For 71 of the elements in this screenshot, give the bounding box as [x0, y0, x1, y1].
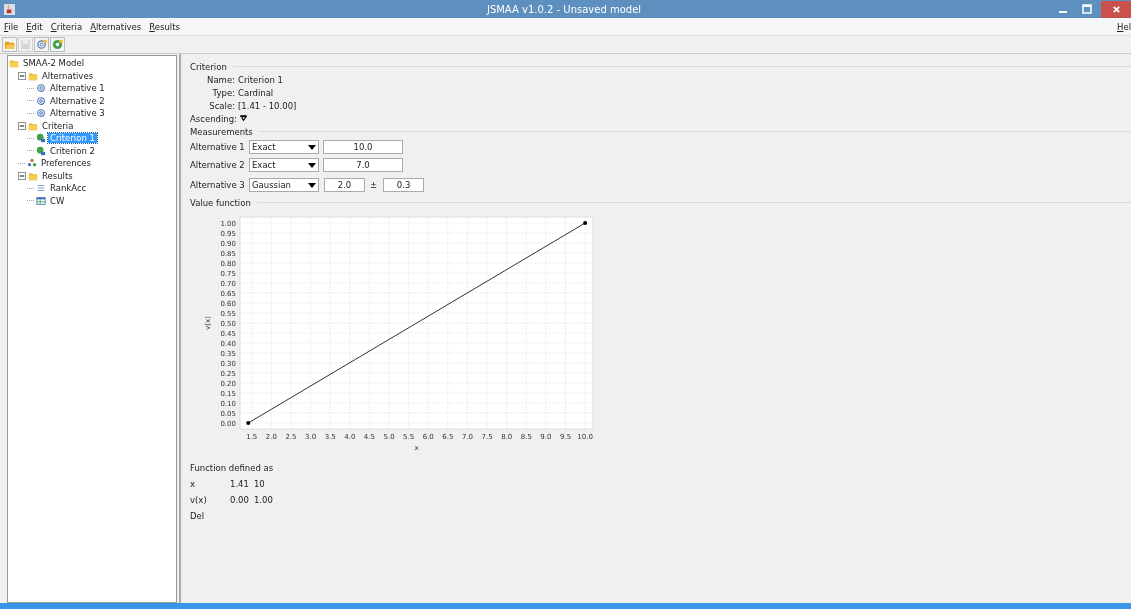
alternative-label: Alternative 3 [190, 180, 246, 190]
field-label: Type: [211, 87, 235, 98]
tree-item[interactable]: RankAcc [48, 183, 89, 194]
field-value: [1.41 - 10.00] [238, 100, 297, 111]
list-icon [36, 183, 46, 194]
menu-item[interactable]: Criteria [46, 21, 87, 32]
table-icon [36, 195, 46, 206]
collapse-icon[interactable] [18, 71, 26, 80]
folder-icon [9, 58, 19, 69]
std-field[interactable]: 0.3 [383, 178, 425, 192]
tree-item[interactable]: CW [48, 195, 67, 206]
open-button[interactable] [2, 37, 17, 52]
field-label: Scale: [208, 100, 235, 111]
tree-item[interactable]: SMAA-2 Model [21, 58, 87, 69]
delete-label[interactable]: Del [190, 511, 230, 521]
collapse-icon[interactable] [18, 171, 26, 180]
collapse-icon[interactable] [18, 121, 26, 130]
close-icon [1111, 4, 1121, 14]
section-heading: Criterion [190, 61, 227, 72]
add-criterion-button[interactable] [50, 37, 65, 52]
tree-item[interactable]: Criteria [40, 120, 76, 131]
value-field[interactable]: 10.0 [323, 140, 403, 154]
menu-item[interactable]: Hel [1113, 21, 1131, 32]
table-cell: 10 [253, 479, 265, 489]
tree-item[interactable]: Alternative 3 [48, 108, 107, 119]
alternative-label: Alternative 1 [190, 142, 246, 152]
plus-minus-sign: ± [370, 180, 378, 190]
add-alternative-button[interactable] [34, 37, 49, 52]
caret-icon [308, 182, 316, 188]
row-label: x [190, 479, 197, 489]
menu-item[interactable]: Edit [22, 21, 47, 32]
tree-item[interactable]: Results [40, 170, 75, 181]
menu-item[interactable]: Results [145, 21, 184, 32]
method-dropdown[interactable]: Exact [249, 158, 319, 172]
tree-item[interactable]: Criterion 2 [48, 145, 97, 156]
at-sign-icon [36, 108, 46, 119]
window-title: JSMAA v1.0.2 - Unsaved model [485, 3, 643, 15]
section-heading: Measurements [190, 126, 253, 137]
tree-item[interactable]: Alternative 1 [48, 83, 107, 94]
value-field[interactable]: 7.0 [323, 158, 403, 172]
table-cell: 1.41 [230, 479, 249, 489]
caret-icon [308, 144, 316, 150]
tree-item[interactable]: Preferences [39, 158, 93, 169]
criterion-icon [36, 133, 46, 144]
method-dropdown[interactable]: Gaussian [249, 178, 319, 192]
method-dropdown[interactable]: Exact [249, 140, 319, 154]
java-cup-icon [4, 3, 15, 15]
tree-item[interactable]: Alternative 2 [48, 95, 107, 106]
section-heading: Value function [190, 197, 251, 208]
field-label: Name: [206, 74, 235, 85]
menu-item[interactable]: File [0, 21, 23, 32]
mean-field[interactable]: 2.0 [324, 178, 365, 192]
tree-item[interactable]: Alternatives [40, 70, 96, 81]
data-point [583, 221, 588, 225]
close-button[interactable] [1101, 0, 1131, 18]
table-cell: 0.00 [230, 495, 249, 505]
field-label: Ascending: [190, 113, 237, 124]
at-sign-icon [36, 83, 46, 94]
alternative-label: Alternative 2 [190, 160, 246, 170]
ascending-checkbox[interactable] [239, 114, 248, 123]
menu-item[interactable]: Alternatives [86, 21, 146, 32]
caret-icon [308, 162, 316, 168]
data-point [246, 421, 251, 425]
field-value: Cardinal [238, 87, 274, 98]
field-value: Criterion 1 [238, 74, 283, 85]
criterion-icon [36, 145, 46, 156]
row-label: v(x) [190, 495, 208, 505]
at-sign-icon [36, 95, 46, 106]
table-cell: 1.00 [253, 495, 273, 505]
people-icon [27, 158, 37, 169]
section-heading: Function defined as [190, 462, 275, 475]
